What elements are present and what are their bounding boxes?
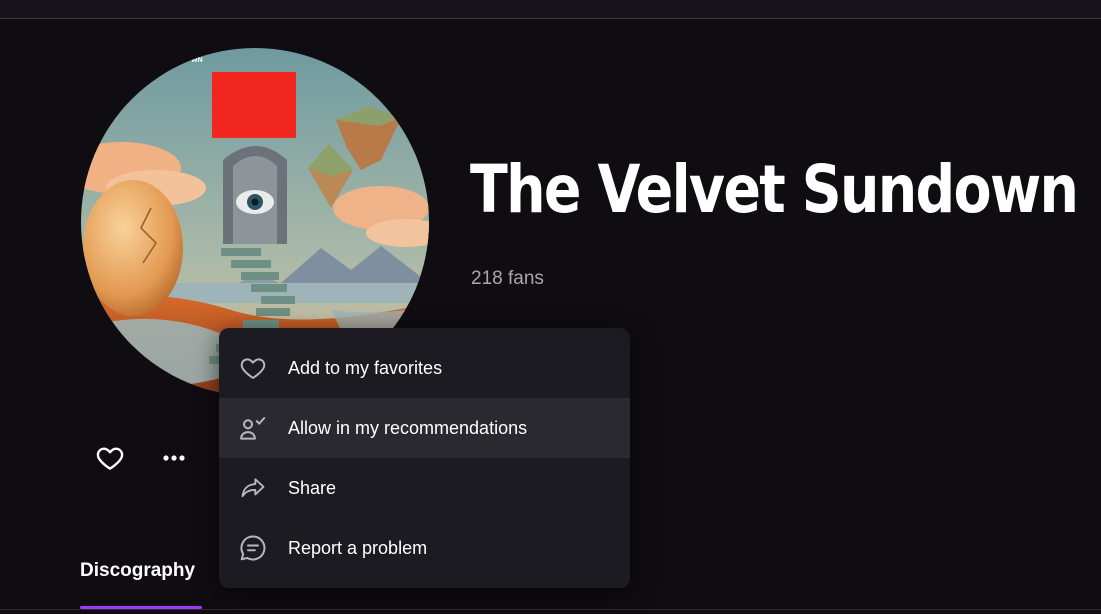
more-dots-icon	[163, 455, 185, 461]
fan-count: 218 fans	[471, 268, 544, 289]
top-bar	[0, 0, 1101, 19]
menu-item-label: Share	[288, 477, 337, 498]
message-report-icon	[238, 533, 268, 563]
context-menu: Add to my favorites Allow in my recommen…	[219, 328, 630, 588]
user-check-icon	[238, 413, 268, 443]
heart-icon	[238, 353, 268, 383]
menu-item-label: Add to my favorites	[288, 357, 443, 378]
menu-item-allow-recommendations[interactable]: Allow in my recommendations	[219, 398, 630, 458]
artist-page: WN The Velvet Sundown 218 fans Discograp…	[0, 0, 1101, 614]
heart-icon	[96, 447, 124, 470]
artist-name: The Velvet Sundown	[470, 151, 1079, 228]
tabs-divider	[0, 609, 1101, 610]
menu-item-report-problem[interactable]: Report a problem	[219, 518, 630, 578]
active-tab-indicator	[80, 606, 202, 609]
favorite-button[interactable]	[92, 440, 128, 476]
more-options-button[interactable]	[157, 440, 193, 476]
share-arrow-icon	[238, 473, 268, 503]
menu-item-add-favorites[interactable]: Add to my favorites	[219, 338, 630, 398]
artwork-corner-text: WN	[191, 57, 203, 64]
menu-item-share[interactable]: Share	[219, 458, 630, 518]
menu-item-label: Report a problem	[288, 537, 428, 558]
tab-discography[interactable]: Discography	[80, 560, 195, 582]
menu-item-label: Allow in my recommendations	[288, 417, 528, 438]
